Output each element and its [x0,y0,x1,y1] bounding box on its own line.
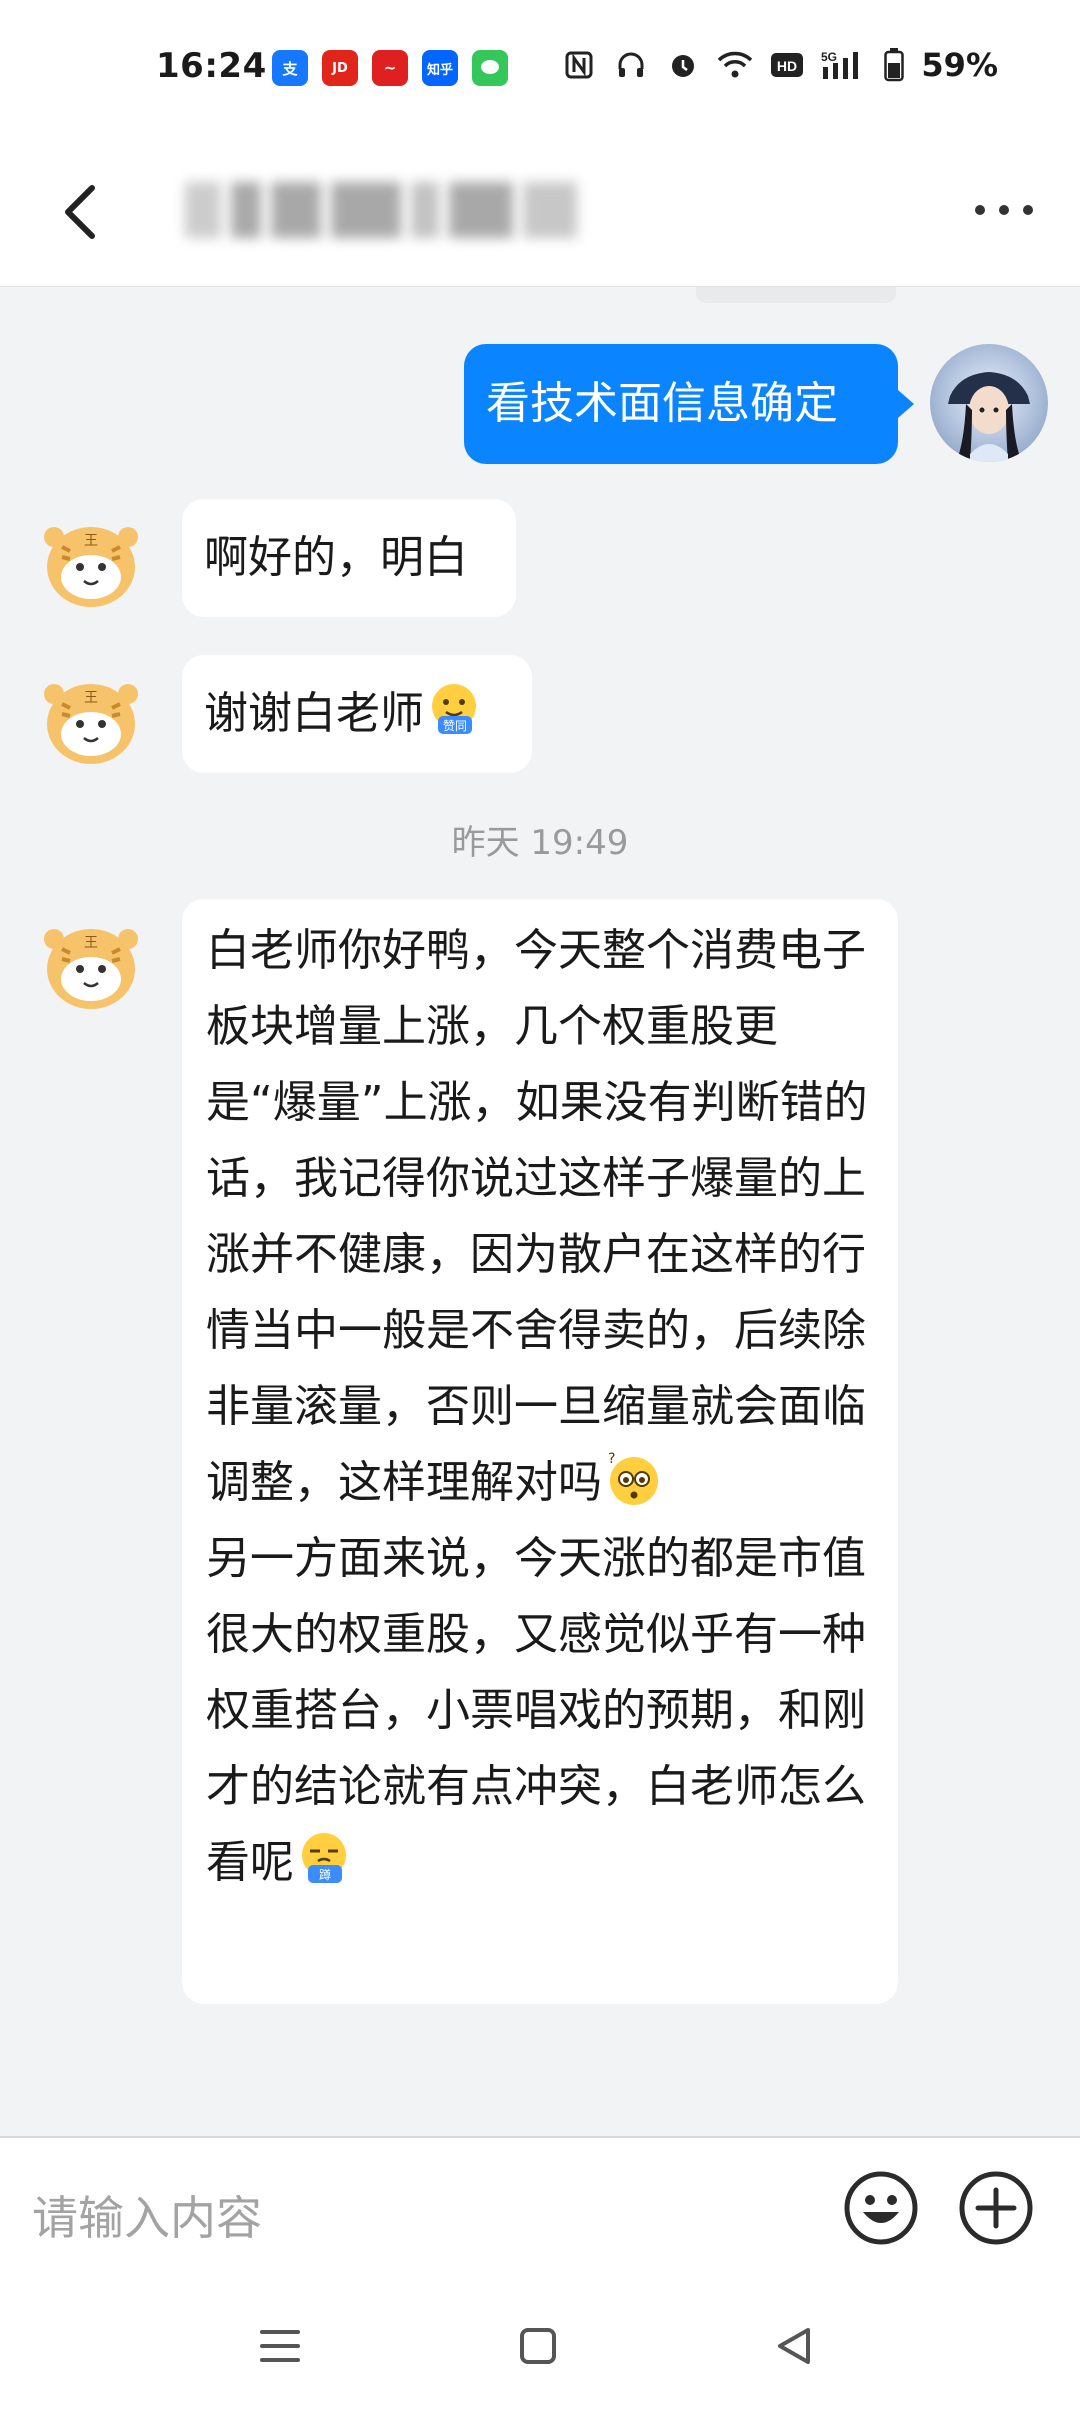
svg-text:王: 王 [84,533,98,549]
status-bar: 16:24 支 JD ~ 知乎 HD 5G 59% [0,0,1080,140]
message-text-part1: 白老师你好鸭，今天整个消费电子板块增量上涨，几个权重股更是“爆量”上涨，如果没有… [206,925,868,1508]
back-nav-button[interactable] [764,2316,824,2376]
hd-icon: HD [769,47,805,83]
svg-text:HD: HD [777,58,797,74]
emoji-button[interactable] [843,2170,919,2246]
svg-text:?: ? [608,1451,615,1467]
add-button[interactable] [958,2170,1034,2246]
status-time: 16:24 [156,46,267,86]
menu-icon [260,2330,300,2362]
zhihu-icon: 知乎 [422,50,458,86]
chat-messages[interactable]: 看技术面信息确定 王 啊好的，明白 王 谢谢白老师 赞同 昨天 19:49 王 … [0,287,1080,2137]
chat-header [0,140,1080,287]
svg-text:蹲: 蹲 [319,1868,331,1882]
avatar-other[interactable]: 王 [32,497,150,615]
back-button[interactable] [52,172,122,252]
message-bubble-other[interactable]: 啊好的，明白 [182,499,516,617]
menu-nav-button[interactable] [250,2316,310,2376]
contact-name-blurred [185,170,577,250]
nfc-icon [561,47,597,83]
home-nav-button[interactable] [508,2316,568,2376]
question-face-emoji: ? [602,1449,662,1509]
message-bubble-other[interactable]: 谢谢白老师 赞同 [182,655,532,773]
svg-text:赞同: 赞同 [443,719,467,733]
notification-icons: 支 JD ~ 知乎 [272,50,508,86]
tiger-avatar-icon: 王 [32,899,150,1017]
square-icon [520,2328,556,2364]
more-dots-icon [975,205,985,215]
tiger-avatar-icon: 王 [32,497,150,615]
avatar-other[interactable]: 王 [32,654,150,772]
more-button[interactable] [964,190,1044,230]
alipay-icon: 支 [272,50,308,86]
chevron-left-icon [65,185,95,239]
cropped-previous-message [696,287,896,303]
thumbs-up-emoji: 赞同 [424,667,484,734]
signal-5g-icon: 5G [821,47,867,83]
avatar-other[interactable] [32,327,150,445]
avatar-self[interactable] [930,344,1048,462]
message-input-bar: 请输入内容 [0,2136,1080,2278]
squat-emoji: 蹲 [294,1829,354,1889]
message-app-icon [472,50,508,86]
plus-icon [959,2171,1033,2245]
smiley-icon [844,2171,918,2245]
battery-percent: 59% [921,46,998,84]
message-timestamp: 昨天 19:49 [451,823,629,863]
svg-text:王: 王 [84,690,98,706]
message-input[interactable]: 请输入内容 [32,2182,262,2248]
stock-app-icon: ~ [372,50,408,86]
message-bubble-other-long[interactable]: 白老师你好鸭，今天整个消费电子板块增量上涨，几个权重股更是“爆量”上涨，如果没有… [182,899,898,2004]
avatar-other[interactable]: 王 [32,899,150,1017]
system-nav-bar [0,2276,1080,2412]
svg-text:王: 王 [84,935,98,951]
message-text: 啊好的，明白 [204,532,468,583]
tiger-avatar-icon: 王 [32,654,150,772]
alarm-icon [665,47,701,83]
message-bubble-self[interactable]: 看技术面信息确定 [464,344,898,464]
headphones-icon [613,47,649,83]
triangle-back-icon [778,2328,810,2364]
jd-icon: JD [322,50,358,86]
battery-icon [883,47,905,83]
status-right: HD 5G 59% [561,46,998,84]
message-text: 谢谢白老师 [204,688,424,739]
wifi-icon [717,47,753,83]
message-text: 看技术面信息确定 [486,378,838,429]
svg-text:5G: 5G [821,50,837,64]
